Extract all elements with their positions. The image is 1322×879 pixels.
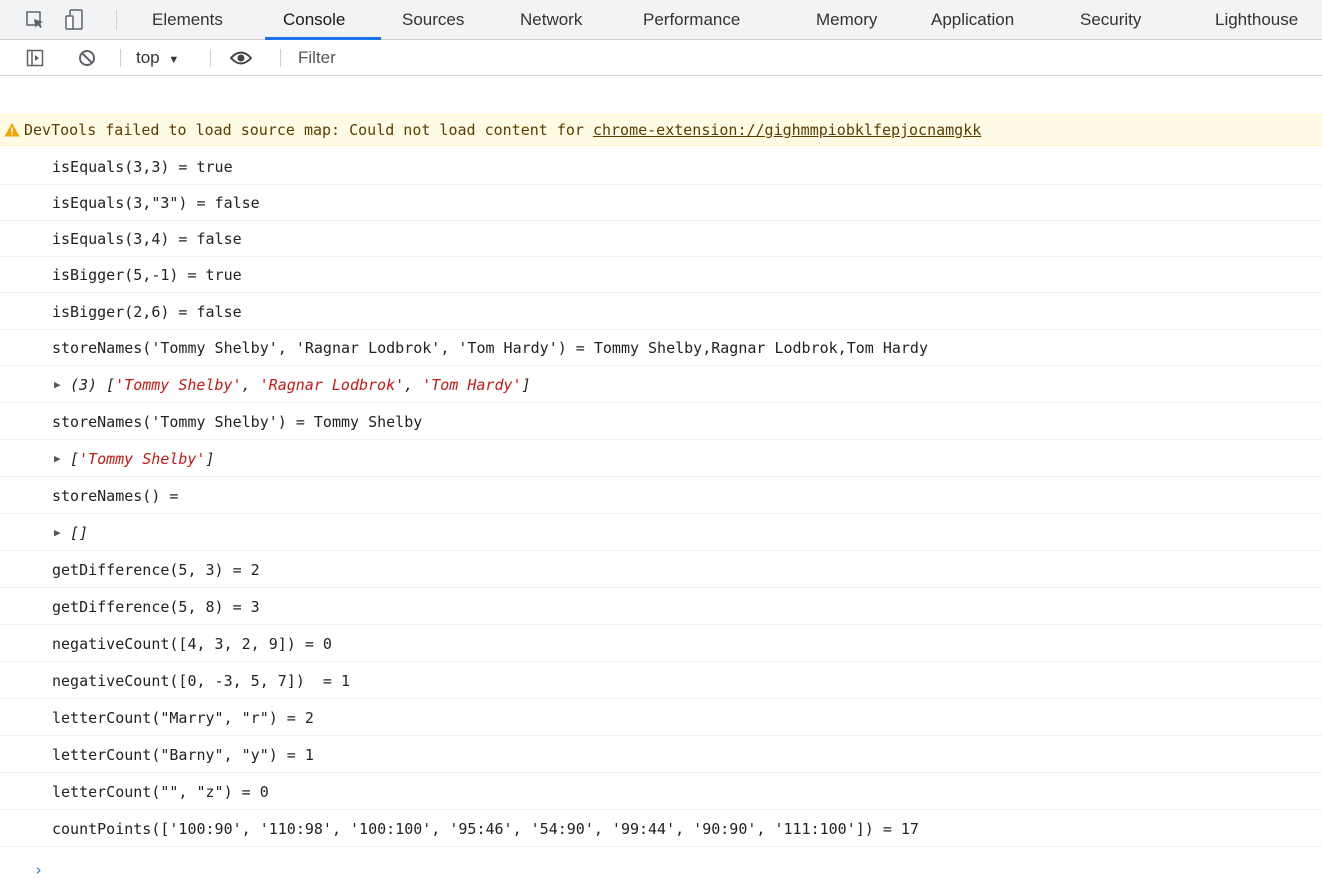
log-object-array[interactable]: ▶ ['Tommy Shelby'] (0, 441, 1322, 477)
log-line: getDifference(5, 8) = 3 (0, 589, 1322, 625)
console-prompt[interactable]: › (34, 862, 43, 878)
toolbar-divider (210, 49, 211, 67)
log-object-array[interactable]: ▶ (3) ['Tommy Shelby', 'Ragnar Lodbrok',… (0, 367, 1322, 403)
tab-application[interactable]: Application (931, 0, 1014, 40)
toolbar-divider (280, 49, 281, 67)
log-line: isEquals(3,4) = false (0, 221, 1322, 257)
show-sidebar-icon[interactable] (24, 47, 46, 69)
tab-console[interactable]: Console (283, 0, 345, 40)
log-line: isBigger(2,6) = false (0, 294, 1322, 330)
warning-icon (4, 123, 20, 137)
tab-lighthouse[interactable]: Lighthouse (1215, 0, 1298, 40)
live-expression-eye-icon[interactable] (230, 47, 252, 69)
expand-triangle-icon[interactable]: ▶ (54, 441, 61, 476)
toolbar-divider (120, 49, 121, 67)
log-line: negativeCount([0, -3, 5, 7]) = 1 (0, 663, 1322, 699)
log-line: countPoints(['100:90', '110:98', '100:10… (0, 811, 1322, 847)
log-line: storeNames() = (0, 478, 1322, 514)
expand-triangle-icon[interactable]: ▶ (54, 515, 61, 550)
log-line: isEquals(3,3) = true (0, 149, 1322, 185)
device-toolbar-icon[interactable] (64, 9, 86, 31)
tab-performance[interactable]: Performance (643, 0, 740, 40)
tab-security[interactable]: Security (1080, 0, 1141, 40)
array-preview: ['Tommy Shelby'] (70, 450, 215, 468)
log-line: letterCount("Barny", "y") = 1 (0, 737, 1322, 773)
log-line: isEquals(3,"3") = false (0, 185, 1322, 221)
log-object-array[interactable]: ▶ [] (0, 515, 1322, 551)
tab-elements[interactable]: Elements (152, 0, 223, 40)
log-line: getDifference(5, 3) = 2 (0, 552, 1322, 588)
source-map-warning: DevTools failed to load source map: Coul… (0, 114, 1322, 146)
console-toolbar: top ▼ (0, 40, 1322, 76)
context-value: top (136, 48, 160, 67)
devtools-tab-bar: Elements Console Sources Network Perform… (0, 0, 1322, 40)
log-line: storeNames('Tommy Shelby', 'Ragnar Lodbr… (0, 330, 1322, 366)
clear-console-icon[interactable] (76, 47, 98, 69)
array-preview: (3) ['Tommy Shelby', 'Ragnar Lodbrok', '… (70, 376, 531, 394)
log-line: letterCount("", "z") = 0 (0, 774, 1322, 810)
warning-link[interactable]: chrome-extension://gighmmpiobklfepjocnam… (593, 121, 981, 139)
log-line: letterCount("Marry", "r") = 2 (0, 700, 1322, 736)
inspect-element-icon[interactable] (24, 9, 46, 31)
tab-sources[interactable]: Sources (402, 0, 464, 40)
log-line: storeNames('Tommy Shelby') = Tommy Shelb… (0, 404, 1322, 440)
expand-triangle-icon[interactable]: ▶ (54, 367, 61, 402)
warning-text: DevTools failed to load source map: Coul… (24, 121, 982, 139)
log-line: isBigger(5,-1) = true (0, 257, 1322, 293)
toolbar-divider (116, 10, 117, 30)
array-preview: [] (70, 524, 89, 542)
filter-input[interactable] (298, 46, 1308, 70)
tab-network[interactable]: Network (520, 0, 582, 40)
tab-memory[interactable]: Memory (816, 0, 877, 40)
dropdown-triangle-icon: ▼ (168, 54, 180, 66)
context-selector[interactable]: top ▼ (136, 40, 179, 76)
log-line: negativeCount([4, 3, 2, 9]) = 0 (0, 626, 1322, 662)
